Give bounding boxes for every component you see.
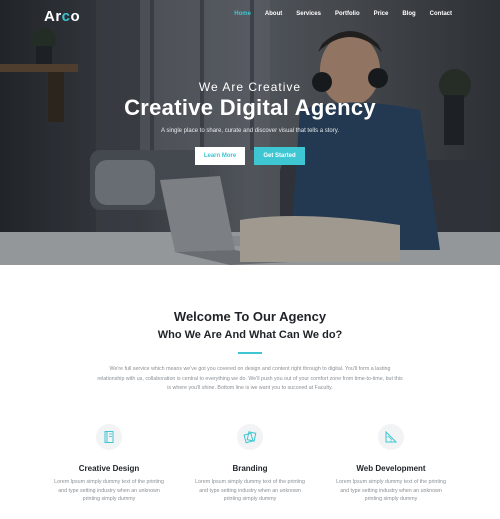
service-web-development: Web Development Lorem Ipsum simply dummy… bbox=[316, 424, 466, 504]
nav-blog[interactable]: Blog bbox=[402, 11, 415, 17]
section-divider bbox=[238, 352, 262, 354]
nav-services[interactable]: Services bbox=[296, 11, 321, 17]
service-creative-design: Creative Design Lorem Ipsum simply dummy… bbox=[34, 424, 184, 504]
hero-subtitle: A single place to share, curate and disc… bbox=[161, 128, 339, 134]
service-description: Lorem Ipsum simply dummy text of the pri… bbox=[336, 479, 446, 502]
welcome-body: We're full service which means we've got… bbox=[97, 366, 403, 391]
get-started-button[interactable]: Get Started bbox=[254, 147, 305, 165]
welcome-subtitle: Who We Are And What Can We do? bbox=[157, 329, 343, 341]
welcome-title: Welcome To Our Agency bbox=[173, 309, 327, 324]
hero-section: Arco Home About Services Portfolio Price… bbox=[0, 0, 500, 265]
notebook-icon bbox=[96, 424, 122, 450]
service-title: Branding bbox=[232, 464, 268, 473]
learn-more-button[interactable]: Learn More bbox=[195, 147, 245, 165]
nav-contact[interactable]: Contact bbox=[430, 11, 452, 17]
cards-icon bbox=[237, 424, 263, 450]
ruler-icon bbox=[378, 424, 404, 450]
site-logo[interactable]: Arco bbox=[44, 8, 80, 25]
nav-home[interactable]: Home bbox=[234, 11, 251, 17]
nav-portfolio[interactable]: Portfolio bbox=[335, 11, 360, 17]
main-navigation: Home About Services Portfolio Price Blog… bbox=[220, 11, 452, 17]
nav-about[interactable]: About bbox=[265, 11, 282, 17]
service-title: Creative Design bbox=[78, 464, 140, 473]
hero-title: Creative Digital Agency bbox=[124, 95, 376, 120]
hero-kicker: We Are Creative bbox=[198, 80, 302, 94]
nav-price[interactable]: Price bbox=[374, 11, 389, 17]
service-title: Web Development bbox=[356, 464, 426, 473]
service-branding: Branding Lorem Ipsum simply dummy text o… bbox=[175, 424, 325, 504]
service-description: Lorem Ipsum simply dummy text of the pri… bbox=[54, 479, 164, 502]
service-description: Lorem Ipsum simply dummy text of the pri… bbox=[195, 479, 305, 502]
